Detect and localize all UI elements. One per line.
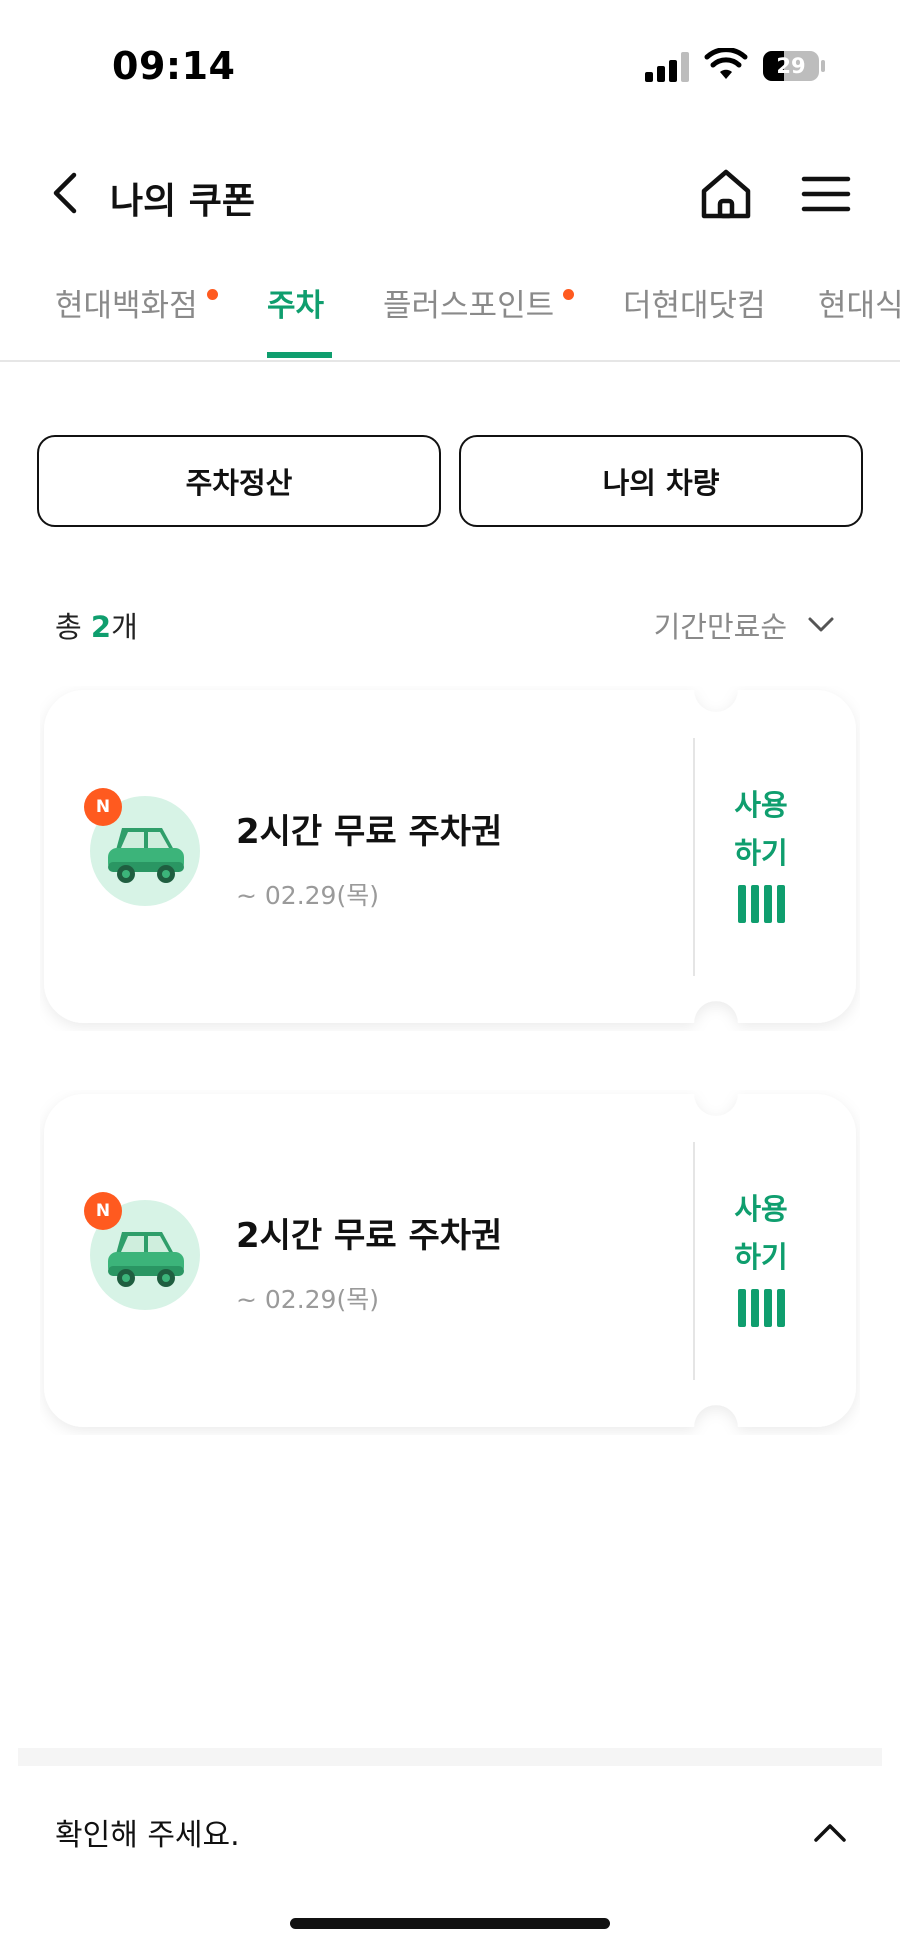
chevron-left-icon — [53, 172, 77, 214]
home-button[interactable] — [696, 164, 756, 224]
coupon-title: 2시간 무료 주차권 — [236, 1216, 503, 1256]
coupon-expiry-date: ~ 02.29(목) — [236, 881, 379, 910]
tab-plus-point[interactable]: 플러스포인트 — [383, 280, 574, 360]
hamburger-menu-icon — [801, 176, 851, 212]
tab-parking[interactable]: 주차 — [267, 280, 324, 360]
count-value: 2 — [90, 610, 112, 644]
status-bar: 09:14 29 — [0, 0, 900, 130]
notice-label: 확인해 주세요. — [55, 1818, 240, 1853]
tab-label: 플러스포인트 — [383, 288, 555, 324]
status-time: 09:14 — [112, 44, 236, 88]
tab-label: 주차 — [267, 288, 325, 324]
my-vehicle-button[interactable]: 나의 차량 — [459, 435, 863, 527]
chevron-down-icon — [808, 617, 834, 632]
page-title: 나의 쿠폰 — [110, 181, 256, 222]
new-badge: N — [84, 788, 122, 826]
notice-accordion[interactable]: 확인해 주세요. — [0, 1766, 900, 1886]
coupon-title: 2시간 무료 주차권 — [236, 812, 503, 852]
tab-hyundai-food[interactable]: 현대식품관 — [818, 280, 900, 360]
count-prefix: 총 — [55, 610, 91, 644]
header: 나의 쿠폰 — [0, 150, 900, 240]
count-suffix: 개 — [111, 610, 138, 644]
use-coupon-button[interactable]: 사용 하기 — [706, 1185, 816, 1335]
coupon-count: 총 2개 — [55, 604, 138, 646]
use-coupon-button[interactable]: 사용 하기 — [706, 781, 816, 931]
wifi-icon — [704, 48, 748, 79]
coupon-card[interactable]: N 2시간 무료 주차권 ~ 02.29(목) 사용 하기 — [40, 686, 860, 1031]
use-label-line2: 하기 — [734, 836, 788, 870]
category-tabs: 현대백화점 주차 플러스포인트 더현대닷컴 현대식품관 — [0, 268, 900, 362]
new-dot-icon — [563, 289, 574, 300]
section-divider — [18, 1748, 882, 1766]
coupon-expiry-date: ~ 02.29(목) — [236, 1285, 379, 1314]
sort-dropdown[interactable]: 기간만료순 — [654, 604, 835, 646]
new-dot-icon — [207, 289, 218, 300]
sort-label: 기간만료순 — [653, 610, 787, 644]
battery-icon: 29 — [762, 50, 826, 82]
use-label-line1: 사용 — [734, 1192, 788, 1226]
tab-label: 현대백화점 — [55, 288, 198, 324]
tab-label: 현대식품관 — [818, 288, 900, 324]
cellular-signal-icon — [645, 52, 689, 82]
home-icon — [701, 169, 751, 219]
new-badge: N — [84, 1192, 122, 1230]
tab-hyundai-department-store[interactable]: 현대백화점 — [55, 280, 218, 360]
active-tab-indicator — [267, 352, 332, 358]
home-indicator — [290, 1918, 610, 1929]
coupon-icon: N — [84, 1192, 200, 1310]
barcode-icon — [706, 885, 816, 923]
menu-button[interactable] — [796, 164, 856, 224]
tab-thehyundai-com[interactable]: 더현대닷컴 — [623, 280, 766, 360]
coupon-icon: N — [84, 788, 200, 906]
tab-label: 더현대닷컴 — [623, 288, 766, 324]
battery-level: 29 — [776, 54, 806, 78]
car-icon — [108, 1232, 184, 1287]
car-icon — [108, 828, 184, 883]
parking-payment-button[interactable]: 주차정산 — [37, 435, 441, 527]
use-label-line2: 하기 — [734, 1240, 788, 1274]
barcode-icon — [706, 1289, 816, 1327]
chevron-up-icon — [814, 1824, 846, 1842]
use-label-line1: 사용 — [734, 788, 788, 822]
coupon-card[interactable]: N 2시간 무료 주차권 ~ 02.29(목) 사용 하기 — [40, 1090, 860, 1435]
back-button[interactable] — [40, 168, 90, 218]
